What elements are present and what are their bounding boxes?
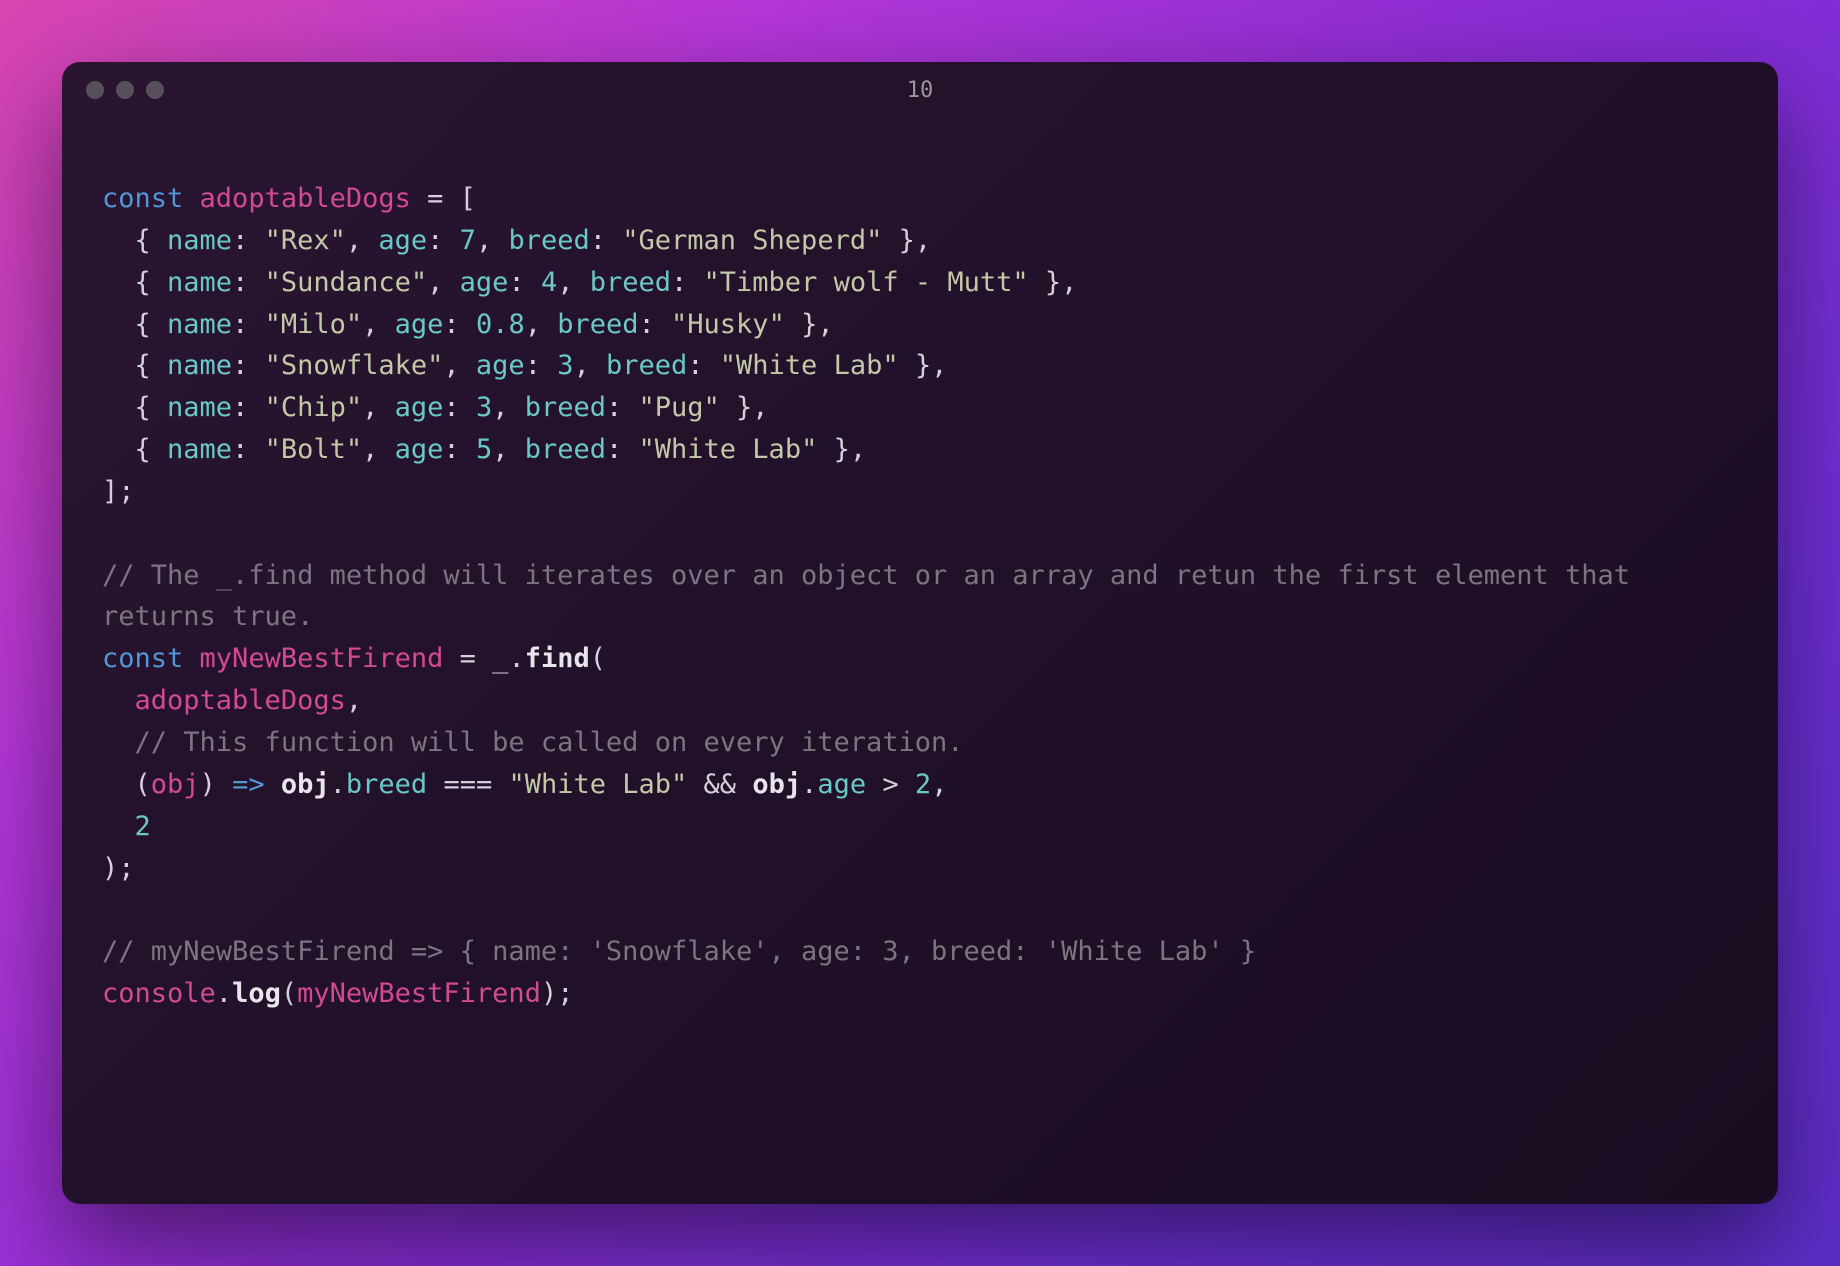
method-find: find — [525, 643, 590, 674]
prop-name: name — [167, 225, 232, 256]
close-call: ); — [102, 853, 135, 884]
keyword-const: const — [102, 643, 183, 674]
window-title: 10 — [907, 78, 934, 103]
arrow: => — [216, 769, 281, 800]
string-value: "German Sheperd" — [622, 225, 882, 256]
comment: // The _.find method will iterates over … — [102, 555, 1722, 639]
comment: // myNewBestFirend => { name: 'Snowflake… — [102, 936, 1256, 967]
operator: = — [411, 183, 460, 214]
argument: myNewBestFirend — [297, 978, 541, 1009]
close-icon[interactable] — [86, 81, 104, 99]
code-editor[interactable]: const adoptableDogs = [ { name: "Rex", a… — [62, 118, 1778, 1055]
code-window: 10 const adoptableDogs = [ { name: "Rex"… — [62, 62, 1778, 1204]
number-value: 7 — [460, 225, 476, 256]
bracket-close: ]; — [102, 476, 135, 507]
argument: 2 — [135, 811, 151, 842]
comment: // This function will be called on every… — [135, 727, 964, 758]
bracket-open: [ — [460, 183, 476, 214]
variable-name: myNewBestFirend — [200, 643, 444, 674]
console: console — [102, 978, 216, 1009]
variable-name: adoptableDogs — [200, 183, 411, 214]
prop-age: age — [378, 225, 427, 256]
keyword-const: const — [102, 183, 183, 214]
traffic-lights — [86, 81, 164, 99]
brace: { — [135, 225, 168, 256]
string-value: "Rex" — [265, 225, 346, 256]
prop-breed: breed — [508, 225, 589, 256]
minimize-icon[interactable] — [116, 81, 134, 99]
maximize-icon[interactable] — [146, 81, 164, 99]
method-log: log — [232, 978, 281, 1009]
window-titlebar: 10 — [62, 62, 1778, 118]
underscore: _ — [492, 643, 508, 674]
argument: adoptableDogs — [135, 685, 346, 716]
param: obj — [151, 769, 200, 800]
